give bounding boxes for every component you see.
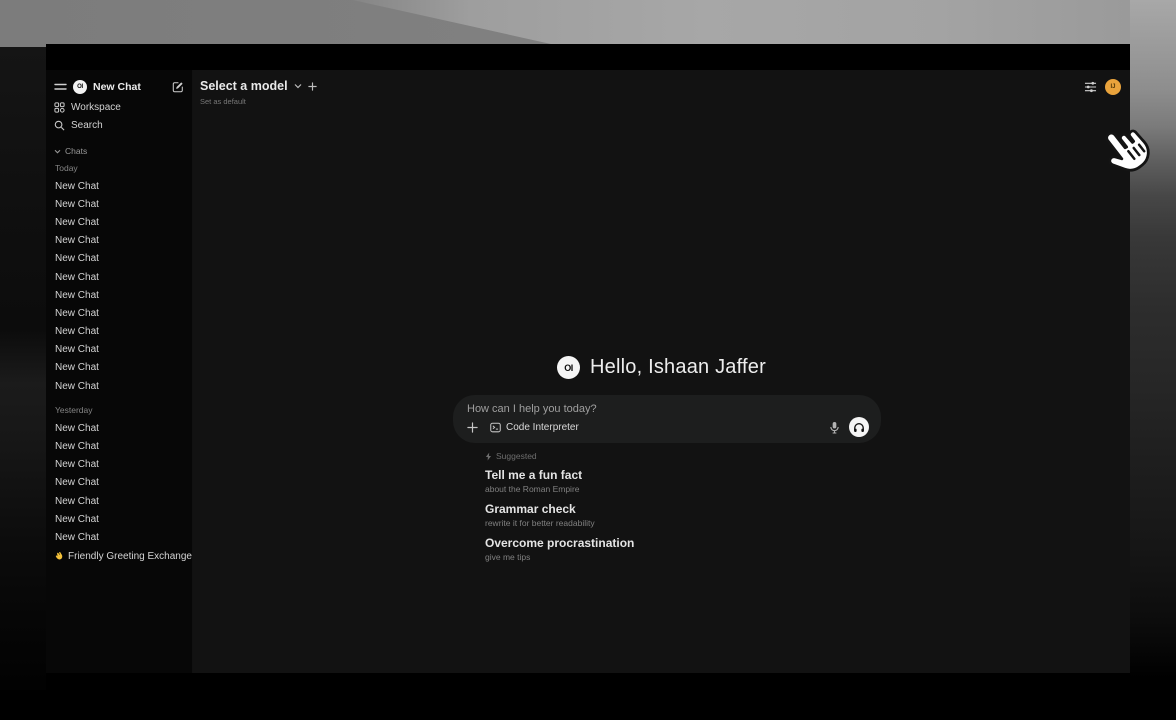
chat-list-item[interactable]: New Chat <box>46 177 192 195</box>
wave-emoji-icon <box>55 552 64 561</box>
app-logo-large: OI <box>557 356 580 379</box>
sidebar-item-search[interactable]: Search <box>46 117 192 133</box>
chat-list-item[interactable]: New Chat <box>46 304 192 322</box>
suggestion-title: Overcome procrastination <box>485 537 881 550</box>
suggestion-subtitle: rewrite it for better readability <box>485 519 881 528</box>
model-selector-area: Select a model Set as default <box>200 79 317 106</box>
code-interpreter-toggle[interactable]: Code Interpreter <box>490 422 579 433</box>
suggestion-item[interactable]: Overcome procrastination give me tips <box>485 537 881 562</box>
desktop-wallpaper-left <box>0 47 46 720</box>
chat-list-item[interactable]: New Chat <box>46 377 192 395</box>
sidebar-new-chat-title[interactable]: New Chat <box>93 81 166 93</box>
chat-list-item[interactable]: New Chat <box>46 474 192 492</box>
chat-list-item[interactable]: New Chat <box>46 419 192 437</box>
message-input[interactable]: How can I help you today? <box>467 403 869 415</box>
chat-list-item[interactable]: New Chat <box>46 323 192 341</box>
desktop-wallpaper-bottom <box>0 690 1176 720</box>
sidebar-item-workspace[interactable]: Workspace <box>46 99 192 115</box>
sidebar: OI New Chat Workspace Searc <box>46 70 193 673</box>
suggestion-item[interactable]: Tell me a fun fact about the Roman Empir… <box>485 469 881 494</box>
chevron-down-icon <box>54 149 61 154</box>
chat-title: Friendly Greeting Exchange <box>68 551 192 562</box>
date-group-yesterday: Yesterday <box>46 404 192 416</box>
workspace-label: Workspace <box>71 102 121 113</box>
suggested-section: Suggested Tell me a fun fact about the R… <box>485 451 881 571</box>
suggestion-subtitle: about the Roman Empire <box>485 485 881 494</box>
sidebar-toggle-icon[interactable] <box>54 82 67 92</box>
model-selector-label: Select a model <box>200 79 288 93</box>
chat-list-item[interactable]: New Chat <box>46 359 192 377</box>
desktop: OI New Chat Workspace Searc <box>0 0 1176 720</box>
code-interpreter-label: Code Interpreter <box>506 422 579 433</box>
attach-plus-icon[interactable] <box>467 422 478 433</box>
chat-list-today: New ChatNew ChatNew ChatNew ChatNew Chat… <box>46 177 192 395</box>
suggestion-list: Tell me a fun fact about the Roman Empir… <box>485 469 881 562</box>
chat-list-item[interactable]: New Chat <box>46 213 192 231</box>
chat-list-item[interactable]: New Chat <box>46 250 192 268</box>
date-group-today: Today <box>46 162 192 174</box>
voice-call-button[interactable] <box>849 417 869 437</box>
main-panel: Select a model Set as default IJ <box>193 70 1130 673</box>
chat-list-item[interactable]: New Chat <box>46 510 192 528</box>
chat-list-item[interactable]: New Chat <box>46 286 192 304</box>
code-interpreter-icon <box>490 422 501 433</box>
bolt-icon <box>485 452 492 461</box>
chat-list-item[interactable]: New Chat <box>46 528 192 546</box>
chats-section-toggle[interactable]: Chats <box>46 145 192 157</box>
suggestion-item[interactable]: Grammar check rewrite it for better read… <box>485 503 881 528</box>
chat-list-item[interactable]: New Chat <box>46 195 192 213</box>
app-logo-small: OI <box>73 80 87 94</box>
search-icon <box>54 120 65 131</box>
model-selector[interactable]: Select a model <box>200 79 317 93</box>
window-titlebar <box>46 44 1130 70</box>
chat-list-item[interactable]: New Chat <box>46 341 192 359</box>
search-label: Search <box>71 120 103 131</box>
suggestion-subtitle: give me tips <box>485 553 881 562</box>
chat-list-item[interactable]: New Chat <box>46 492 192 510</box>
headphones-icon <box>853 422 865 433</box>
greeting-row: OI Hello, Ishaan Jaffer <box>193 356 1130 379</box>
workspace-grid-icon <box>54 102 65 113</box>
chats-section-label: Chats <box>65 146 87 156</box>
model-chevron-down-icon <box>294 83 302 89</box>
chat-list-item[interactable]: New Chat <box>46 456 192 474</box>
suggestion-title: Tell me a fun fact <box>485 469 881 482</box>
chat-list-item-friendly-greeting[interactable]: Friendly Greeting Exchange <box>46 548 192 566</box>
add-model-icon[interactable] <box>308 82 317 91</box>
set-as-default-link[interactable]: Set as default <box>200 97 317 106</box>
chat-list-yesterday: New ChatNew ChatNew ChatNew ChatNew Chat… <box>46 419 192 546</box>
message-input-card[interactable]: How can I help you today? Code Interpret… <box>453 395 881 443</box>
chat-list-item[interactable]: New Chat <box>46 268 192 286</box>
greeting-text: Hello, Ishaan Jaffer <box>590 356 766 379</box>
suggestion-title: Grammar check <box>485 503 881 516</box>
chat-list-item[interactable]: New Chat <box>46 232 192 250</box>
chat-list-item[interactable]: New Chat <box>46 437 192 455</box>
microphone-icon[interactable] <box>829 421 840 434</box>
user-avatar[interactable]: IJ <box>1105 79 1121 95</box>
app-window: OI New Chat Workspace Searc <box>46 44 1130 673</box>
new-chat-pencil-icon[interactable] <box>172 81 184 93</box>
suggested-label: Suggested <box>496 451 537 461</box>
desktop-wallpaper-right <box>1130 0 1176 700</box>
controls-sliders-icon[interactable] <box>1084 81 1097 93</box>
